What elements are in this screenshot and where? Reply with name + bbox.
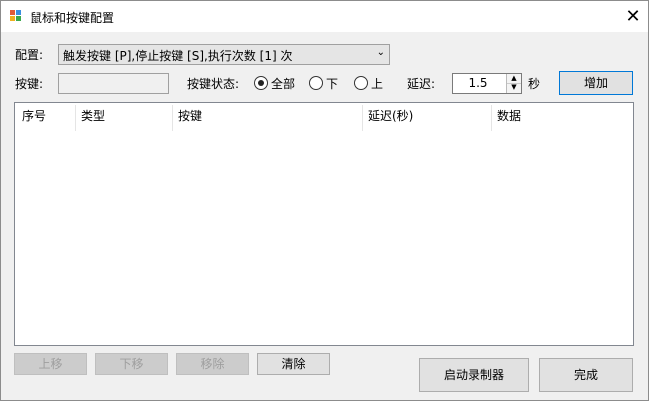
app-icon	[10, 10, 22, 22]
config-dropdown[interactable]: 触发按键 [P],停止按键 [S],执行次数 [1] 次 ⌄	[58, 44, 390, 65]
radio-up[interactable]	[354, 76, 368, 90]
move-up-button[interactable]: 上移	[14, 353, 87, 375]
radio-all-label[interactable]: 全部	[271, 75, 295, 92]
key-input[interactable]	[58, 73, 169, 94]
radio-all[interactable]	[254, 76, 268, 90]
radio-down[interactable]	[309, 76, 323, 90]
column-separator	[362, 105, 363, 131]
column-header-key[interactable]: 按键	[178, 107, 202, 124]
radio-up-label[interactable]: 上	[371, 75, 383, 92]
title-bar: 鼠标和按键配置 ✕	[1, 1, 648, 32]
window-title: 鼠标和按键配置	[30, 11, 115, 25]
start-recorder-button[interactable]: 启动录制器	[419, 358, 529, 392]
column-separator	[172, 105, 173, 131]
column-separator	[491, 105, 492, 131]
close-icon[interactable]: ✕	[618, 1, 648, 32]
delay-value[interactable]: 1.5	[453, 76, 503, 90]
column-header-delay[interactable]: 延迟(秒)	[368, 107, 413, 124]
key-state-label: 按键状态:	[187, 77, 240, 91]
clear-button[interactable]: 清除	[257, 353, 330, 375]
step-list[interactable]: 序号 类型 按键 延迟(秒) 数据	[14, 102, 634, 346]
done-button[interactable]: 完成	[539, 358, 633, 392]
spin-down-icon[interactable]: ▼	[507, 83, 521, 92]
move-down-button[interactable]: 下移	[95, 353, 168, 375]
column-separator	[75, 105, 76, 131]
chevron-down-icon: ⌄	[376, 47, 385, 58]
add-button[interactable]: 增加	[559, 71, 633, 95]
radio-down-label[interactable]: 下	[326, 75, 338, 92]
column-header-data[interactable]: 数据	[497, 107, 521, 124]
column-header-type[interactable]: 类型	[81, 107, 105, 124]
remove-button[interactable]: 移除	[176, 353, 249, 375]
key-label: 按键:	[15, 77, 44, 91]
delay-stepper[interactable]: 1.5 ▲ ▼	[452, 73, 522, 94]
dialog-window: 鼠标和按键配置 ✕ 配置: 触发按键 [P],停止按键 [S],执行次数 [1]…	[0, 0, 649, 401]
delay-label: 延迟:	[407, 77, 436, 91]
config-selected-value: 触发按键 [P],停止按键 [S],执行次数 [1] 次	[63, 49, 293, 63]
column-header-index[interactable]: 序号	[22, 107, 46, 124]
config-label: 配置:	[15, 48, 44, 62]
delay-unit: 秒	[528, 77, 541, 91]
